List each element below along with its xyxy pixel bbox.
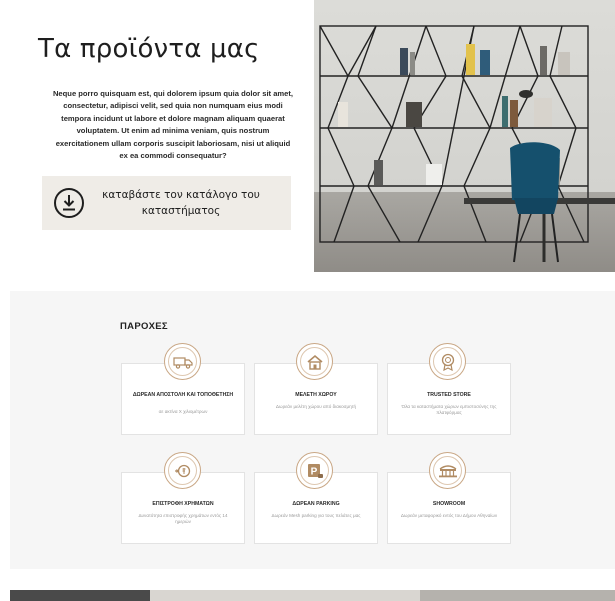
download-icon: [54, 188, 84, 218]
services-section: ΠΑΡΟΧΕΣ ΔΩΡΕΑΝ ΑΠΟΣΤΟΛΗ ΚΑΙ ΤΟΠΟΘΕΤΗΣΗ σ…: [10, 291, 615, 569]
service-name: ΕΠΙΣΤΡΟΦΗ ΧΡΗΜΑΤΩΝ: [152, 501, 214, 507]
service-name: TRUSTED STORE: [427, 392, 471, 398]
money-return-icon: [164, 452, 201, 489]
page-title: Τα προϊόντα μας: [38, 34, 260, 64]
services-title: ΠΑΡΟΧΕΣ: [120, 321, 168, 332]
service-name: ΜΕΛΕΤΗ ΧΩΡΟΥ: [295, 392, 337, 398]
intro-text: Neque porro quisquam est, qui dolorem ip…: [52, 89, 294, 161]
service-desc: σε ακτίνα Χ χιλιομέτρων: [158, 409, 208, 414]
service-desc: Δυνατότητα επιστροφής χρημάτων εντός 14 …: [138, 513, 228, 525]
house-icon: [296, 343, 333, 380]
award-icon: [429, 343, 466, 380]
service-desc: Όλα τα καταστήματα χώρων εμπιστοσύνης τη…: [401, 404, 497, 416]
svg-text:P: P: [310, 466, 317, 477]
service-name: ΔΩΡΕΑΝ ΑΠΟΣΤΟΛΗ ΚΑΙ ΤΟΠΟΘΕΤΗΣΗ: [132, 392, 234, 398]
service-name: ΔΩΡΕΑΝ PARKING: [292, 501, 340, 507]
download-catalog-button[interactable]: καταβάστε τον κατάλογο του καταστήματος: [42, 176, 291, 230]
service-desc: Δωρεάν μεταφορικό εντός του Δήμου Αθηναί…: [400, 513, 498, 518]
products-hero: Τα προϊόντα μας Neque porro quisquam est…: [0, 0, 615, 272]
next-section-preview: [10, 590, 615, 601]
download-catalog-label: καταβάστε τον κατάλογο του καταστήματος: [102, 189, 260, 217]
service-desc: Δωρεάν Mesh parking για τους πελάτες μας: [271, 513, 361, 518]
service-desc: Δωρεάν μελέτη χώρου από διακοσμητή: [275, 404, 357, 409]
product-photo: [314, 0, 615, 272]
delivery-truck-icon: [164, 343, 201, 380]
showroom-icon: [429, 452, 466, 489]
service-name: SHOWROOM: [432, 501, 466, 507]
parking-icon: P: [296, 452, 333, 489]
